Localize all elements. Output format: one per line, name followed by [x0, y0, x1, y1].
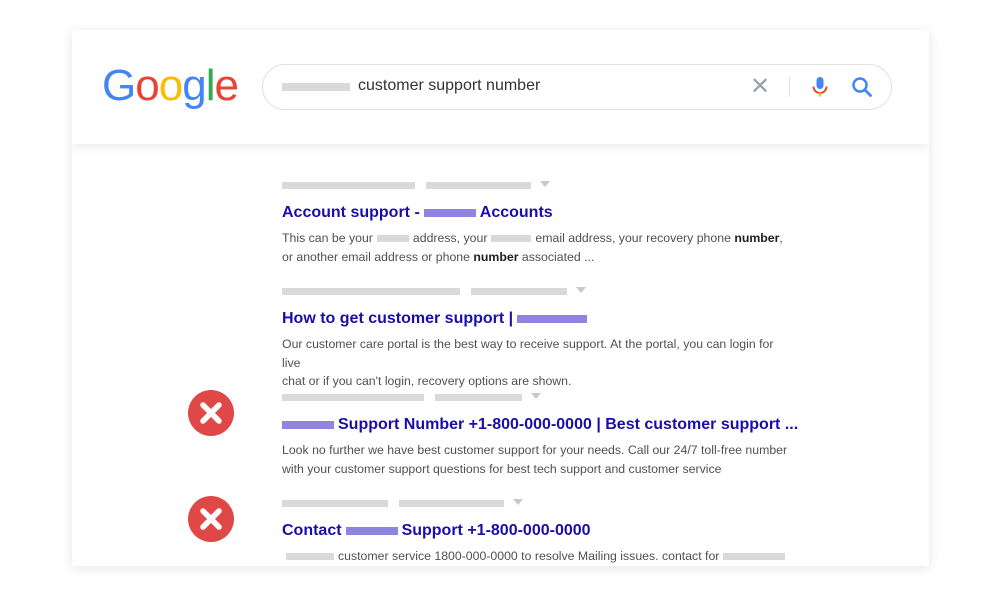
result-snippet: Look no further we have best customer su… — [282, 441, 792, 478]
snippet-text: or another email address or phone — [282, 249, 474, 264]
snippet-text: Look no further we have best customer su… — [282, 443, 788, 457]
result-title[interactable]: How to get customer support | — [282, 309, 792, 329]
result-title[interactable]: Account support - Accounts — [282, 203, 792, 223]
flag-x-icon — [188, 496, 234, 542]
redacted-text — [282, 394, 424, 401]
redacted-text — [471, 288, 567, 295]
search-result: Support Number +1-800-000-0000 | Best cu… — [282, 391, 798, 478]
snippet-text: customer service 1800-000-0000 to resolv… — [338, 549, 720, 563]
redacted-text — [282, 500, 388, 507]
redacted-text — [435, 394, 522, 401]
bold-term: number — [734, 231, 780, 245]
logo-letter: o — [158, 61, 184, 110]
result-snippet: Our customer care portal is the best way… — [282, 335, 792, 391]
result-url — [282, 391, 792, 405]
logo-letter: l — [205, 61, 216, 110]
highlight-redaction — [345, 526, 398, 535]
highlight-redaction — [517, 314, 588, 323]
result-title[interactable]: Contact Support +1-800-000-0000 — [282, 521, 792, 541]
result-title[interactable]: Support Number +1-800-000-0000 | Best cu… — [282, 415, 798, 435]
logo-letter: o — [135, 61, 160, 110]
result-snippet: customer service 1800-000-0000 to resolv… — [282, 547, 792, 566]
search-bar[interactable]: customer support number ✕ — [262, 64, 892, 110]
search-icon[interactable] — [851, 76, 873, 98]
chevron-down-icon[interactable] — [513, 499, 523, 505]
redacted-text — [399, 500, 504, 507]
search-result: Account support - Accounts This can be yo… — [282, 179, 792, 266]
snippet-text: This can be your — [282, 231, 373, 245]
logo-letter: g — [182, 61, 207, 110]
snippet-text: address, your — [412, 231, 488, 245]
snippet-text: Our customer care portal is the best way… — [282, 337, 774, 370]
result-title-suffix: Support +1-800-000-0000 — [401, 522, 591, 539]
search-header: Google customer support number ✕ — [72, 30, 929, 144]
redacted-text — [282, 288, 460, 295]
result-url — [282, 497, 792, 511]
redacted-text — [286, 553, 334, 561]
google-logo[interactable]: Google — [102, 60, 239, 112]
redacted-text — [491, 235, 532, 243]
result-url — [282, 285, 792, 299]
snippet-text: with your customer support questions for… — [282, 461, 722, 476]
snippet-text: chat or if you can't login, recovery opt… — [282, 374, 572, 388]
close-icon[interactable]: ✕ — [750, 73, 770, 101]
result-title-prefix: Account support - — [282, 204, 420, 221]
snippet-text: associated ... — [518, 249, 595, 264]
divider — [789, 77, 790, 97]
redacted-text — [282, 182, 415, 189]
serp-card: Google customer support number ✕ Account… — [72, 30, 929, 566]
result-title-suffix: Support Number +1-800-000-0000 | Best cu… — [338, 416, 799, 433]
mic-icon[interactable] — [811, 76, 829, 98]
result-url — [282, 179, 792, 193]
results-list: Account support - Accounts This can be yo… — [72, 144, 929, 566]
snippet-text: email address, your recovery phone — [535, 231, 735, 245]
flag-x-icon — [188, 390, 234, 436]
chevron-down-icon[interactable] — [531, 393, 541, 399]
bold-term: number — [473, 249, 519, 264]
redacted-text — [426, 182, 531, 189]
chevron-down-icon[interactable] — [540, 181, 550, 187]
search-result: Contact Support +1-800-000-0000 customer … — [282, 497, 792, 566]
search-input[interactable]: customer support number — [358, 77, 540, 95]
logo-letter: e — [214, 61, 239, 110]
chevron-down-icon[interactable] — [576, 287, 586, 293]
redacted-text — [723, 553, 786, 561]
result-title-prefix: How to get customer support | — [282, 310, 514, 327]
redacted-text — [376, 235, 409, 243]
result-title-suffix: Accounts — [479, 204, 553, 221]
logo-letter: G — [102, 61, 136, 110]
snippet-text: , — [779, 231, 783, 245]
search-result: How to get customer support | Our custom… — [282, 285, 792, 391]
result-snippet: This can be your address, your email addre… — [282, 229, 792, 266]
highlight-redaction — [282, 420, 334, 429]
redacted-text — [282, 83, 350, 91]
result-title-prefix: Contact — [282, 522, 342, 539]
highlight-redaction — [423, 208, 476, 217]
